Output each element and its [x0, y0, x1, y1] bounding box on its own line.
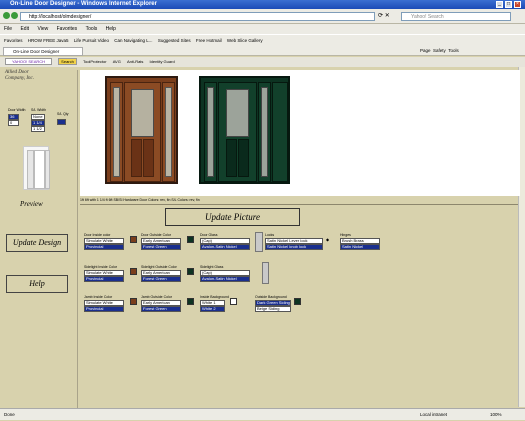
sidelight-inside-color-option[interactable]: Provincial	[84, 276, 124, 282]
sidelight-inside-color-label: Sidelight Inside Color	[84, 265, 118, 269]
preview-thumbnail	[23, 146, 50, 190]
refresh-stop-icons[interactable]: ⟳ ✕	[378, 12, 396, 21]
toolbar-toolprotector[interactable]: ToolProtector	[83, 59, 107, 64]
back-icon[interactable]	[3, 12, 10, 19]
outside-background-swatch	[294, 298, 301, 305]
outside-background-label: Outside Background	[255, 295, 287, 299]
sl-qty-label: S/L Qty	[57, 112, 69, 116]
hinges-label: Hinges	[340, 233, 351, 237]
command-bar: Page Safety Tools	[420, 46, 520, 55]
tab-door-designer[interactable]: On-Line Door Designer	[3, 47, 83, 56]
menu-help[interactable]: Help	[106, 26, 116, 32]
menu-edit[interactable]: Edit	[20, 26, 29, 32]
sidelight-glass-label: Sidelight Glass	[200, 265, 224, 269]
inside-background-swatch	[230, 298, 237, 305]
hinges-option[interactable]: Satin Nickel	[340, 244, 380, 250]
sl-width-label: S/L Width	[31, 108, 47, 112]
fav-link-5[interactable]: Free Hotmail	[196, 38, 222, 43]
close-button[interactable]: ×	[514, 1, 521, 8]
sl-qty-select[interactable]	[57, 119, 66, 125]
fav-link-6[interactable]: Web Slice Gallery	[227, 38, 263, 43]
divider	[80, 204, 518, 205]
address-input[interactable]: http://localhost/olmdesigner/	[20, 12, 375, 21]
menu-tools[interactable]: Tools	[86, 26, 98, 32]
zoom-level[interactable]: 100%	[490, 409, 502, 421]
fav-link-1[interactable]: HROW FREE Java5	[28, 38, 69, 43]
menu-view[interactable]: View	[37, 26, 48, 32]
security-zone: Local intranet	[420, 412, 448, 417]
door-image-exterior-brown	[105, 76, 178, 184]
locks-label: Locks	[265, 233, 275, 237]
door-image-exterior-green	[199, 76, 290, 184]
door-glass-label: Door Glass	[200, 233, 218, 237]
jamb-inside-swatch	[130, 298, 137, 305]
cmd-safety[interactable]: Safety	[433, 48, 446, 53]
fav-link-3[interactable]: Can Navigating L...	[114, 38, 152, 43]
jamb-outside-swatch	[187, 298, 194, 305]
toolbar-identity-guard[interactable]: Identity Guard	[150, 59, 175, 64]
status-text: Done	[4, 412, 15, 417]
door-outside-color-label: Door Outside Color	[141, 233, 171, 237]
yahoo-search-button[interactable]: Search	[58, 58, 77, 65]
update-design-button[interactable]: Update Design	[6, 234, 68, 252]
toolbar-avg[interactable]: AVG	[113, 59, 121, 64]
door-inside-swatch	[130, 236, 137, 243]
addon-toolbar: YAHOO! SEARCH Search ToolProtector AVG A…	[0, 57, 525, 67]
door-outside-swatch	[187, 236, 194, 243]
jamb-inside-color-label: Jamb Inside Color	[84, 295, 113, 299]
door-inside-color-option[interactable]: Provincial	[84, 244, 124, 250]
menu-file[interactable]: File	[4, 26, 12, 32]
inside-background-option[interactable]: White 2	[200, 306, 225, 312]
door-glass-option[interactable]: Avalon-Satin Nickel	[200, 244, 250, 250]
menu-favorites[interactable]: Favorites	[57, 26, 78, 32]
help-button[interactable]: Help	[6, 275, 68, 293]
cmd-page[interactable]: Page	[420, 48, 431, 53]
menu-bar: File Edit View Favorites Tools Help	[0, 24, 525, 34]
update-picture-button[interactable]: Update Picture	[165, 208, 300, 226]
sidelight-outside-color-label: Sidelight Outside Color	[141, 265, 177, 269]
maximize-button[interactable]: □	[505, 1, 512, 8]
search-input[interactable]: Yahoo! Search	[401, 12, 511, 21]
jamb-inside-color-option[interactable]: Provincial	[84, 306, 124, 312]
door-inside-color-label: Door Inside color	[84, 233, 111, 237]
preview-label: Preview	[20, 200, 43, 208]
company-logo: Allied Door Company, Inc.	[5, 70, 35, 81]
minimize-button[interactable]: _	[496, 1, 503, 8]
forward-icon[interactable]	[11, 12, 18, 19]
fav-link-4[interactable]: Suggested Sites	[158, 38, 191, 43]
status-bar: Done Local intranet 100%	[0, 408, 525, 420]
toolbar-antirats[interactable]: Anti-Rats	[127, 59, 143, 64]
fav-link-2[interactable]: Life Pursuit Video	[74, 38, 109, 43]
configuration-caption: 1ft 6ft with 1 1/4 ft 6ft SB/SI Hardware…	[80, 198, 200, 202]
sidelight-glass-option[interactable]: Avalon-Satin Nickel	[200, 276, 250, 282]
favorites-bar: Favorites HROW FREE Java5 Life Pursuit V…	[0, 34, 525, 45]
door-glass-thumbnail	[255, 232, 263, 252]
door-width-label: Door Width	[8, 108, 26, 112]
window-title: On-Line Door Designer - Windows Internet…	[0, 0, 525, 9]
locks-option[interactable]: Satin Nickel knob lock	[265, 244, 323, 250]
locks-scroll-icon[interactable]: ◆	[325, 237, 330, 242]
favorites-button[interactable]: Favorites	[4, 38, 23, 43]
sidelight-inside-swatch	[130, 268, 137, 275]
jamb-outside-color-option[interactable]: Forest Green	[141, 306, 181, 312]
inside-background-label: Inside Background	[200, 295, 229, 299]
cmd-tools[interactable]: Tools	[448, 48, 459, 53]
sidelight-glass-thumbnail	[262, 262, 269, 284]
sl-width-option[interactable]: 1 1/2	[31, 126, 45, 132]
outside-background-option[interactable]: Beige Siding	[255, 306, 291, 312]
jamb-outside-color-label: Jamb Outside Color	[141, 295, 172, 299]
yahoo-search-box[interactable]: YAHOO! SEARCH	[5, 58, 53, 65]
door-outside-color-option[interactable]: Forest Green	[141, 244, 181, 250]
door-width-option[interactable]: 0	[8, 120, 19, 126]
sidelight-outside-color-option[interactable]: Forest Green	[141, 276, 181, 282]
sidelight-outside-swatch	[187, 268, 194, 275]
